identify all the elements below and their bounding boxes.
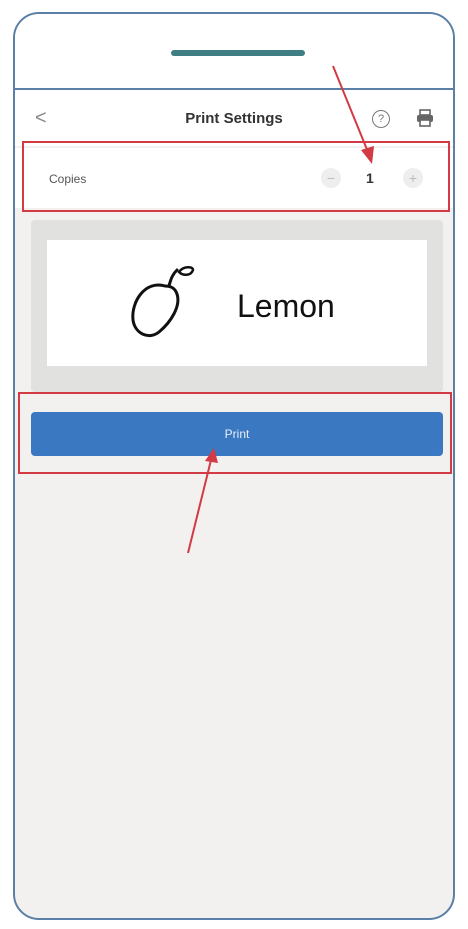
help-icon[interactable]: ? <box>372 110 390 128</box>
copies-highlight-box <box>22 141 450 212</box>
phone-top-bezel <box>15 14 453 90</box>
label-preview-card: Lemon <box>47 240 427 366</box>
label-text: Lemon <box>237 288 335 324</box>
navigation-bar: < Print Settings ? <box>15 90 453 146</box>
lemon-icon <box>131 266 195 337</box>
label-preview-panel: Lemon <box>31 220 443 392</box>
speaker-slot <box>171 50 305 56</box>
print-highlight-box <box>18 392 452 474</box>
printer-icon[interactable] <box>415 108 435 128</box>
